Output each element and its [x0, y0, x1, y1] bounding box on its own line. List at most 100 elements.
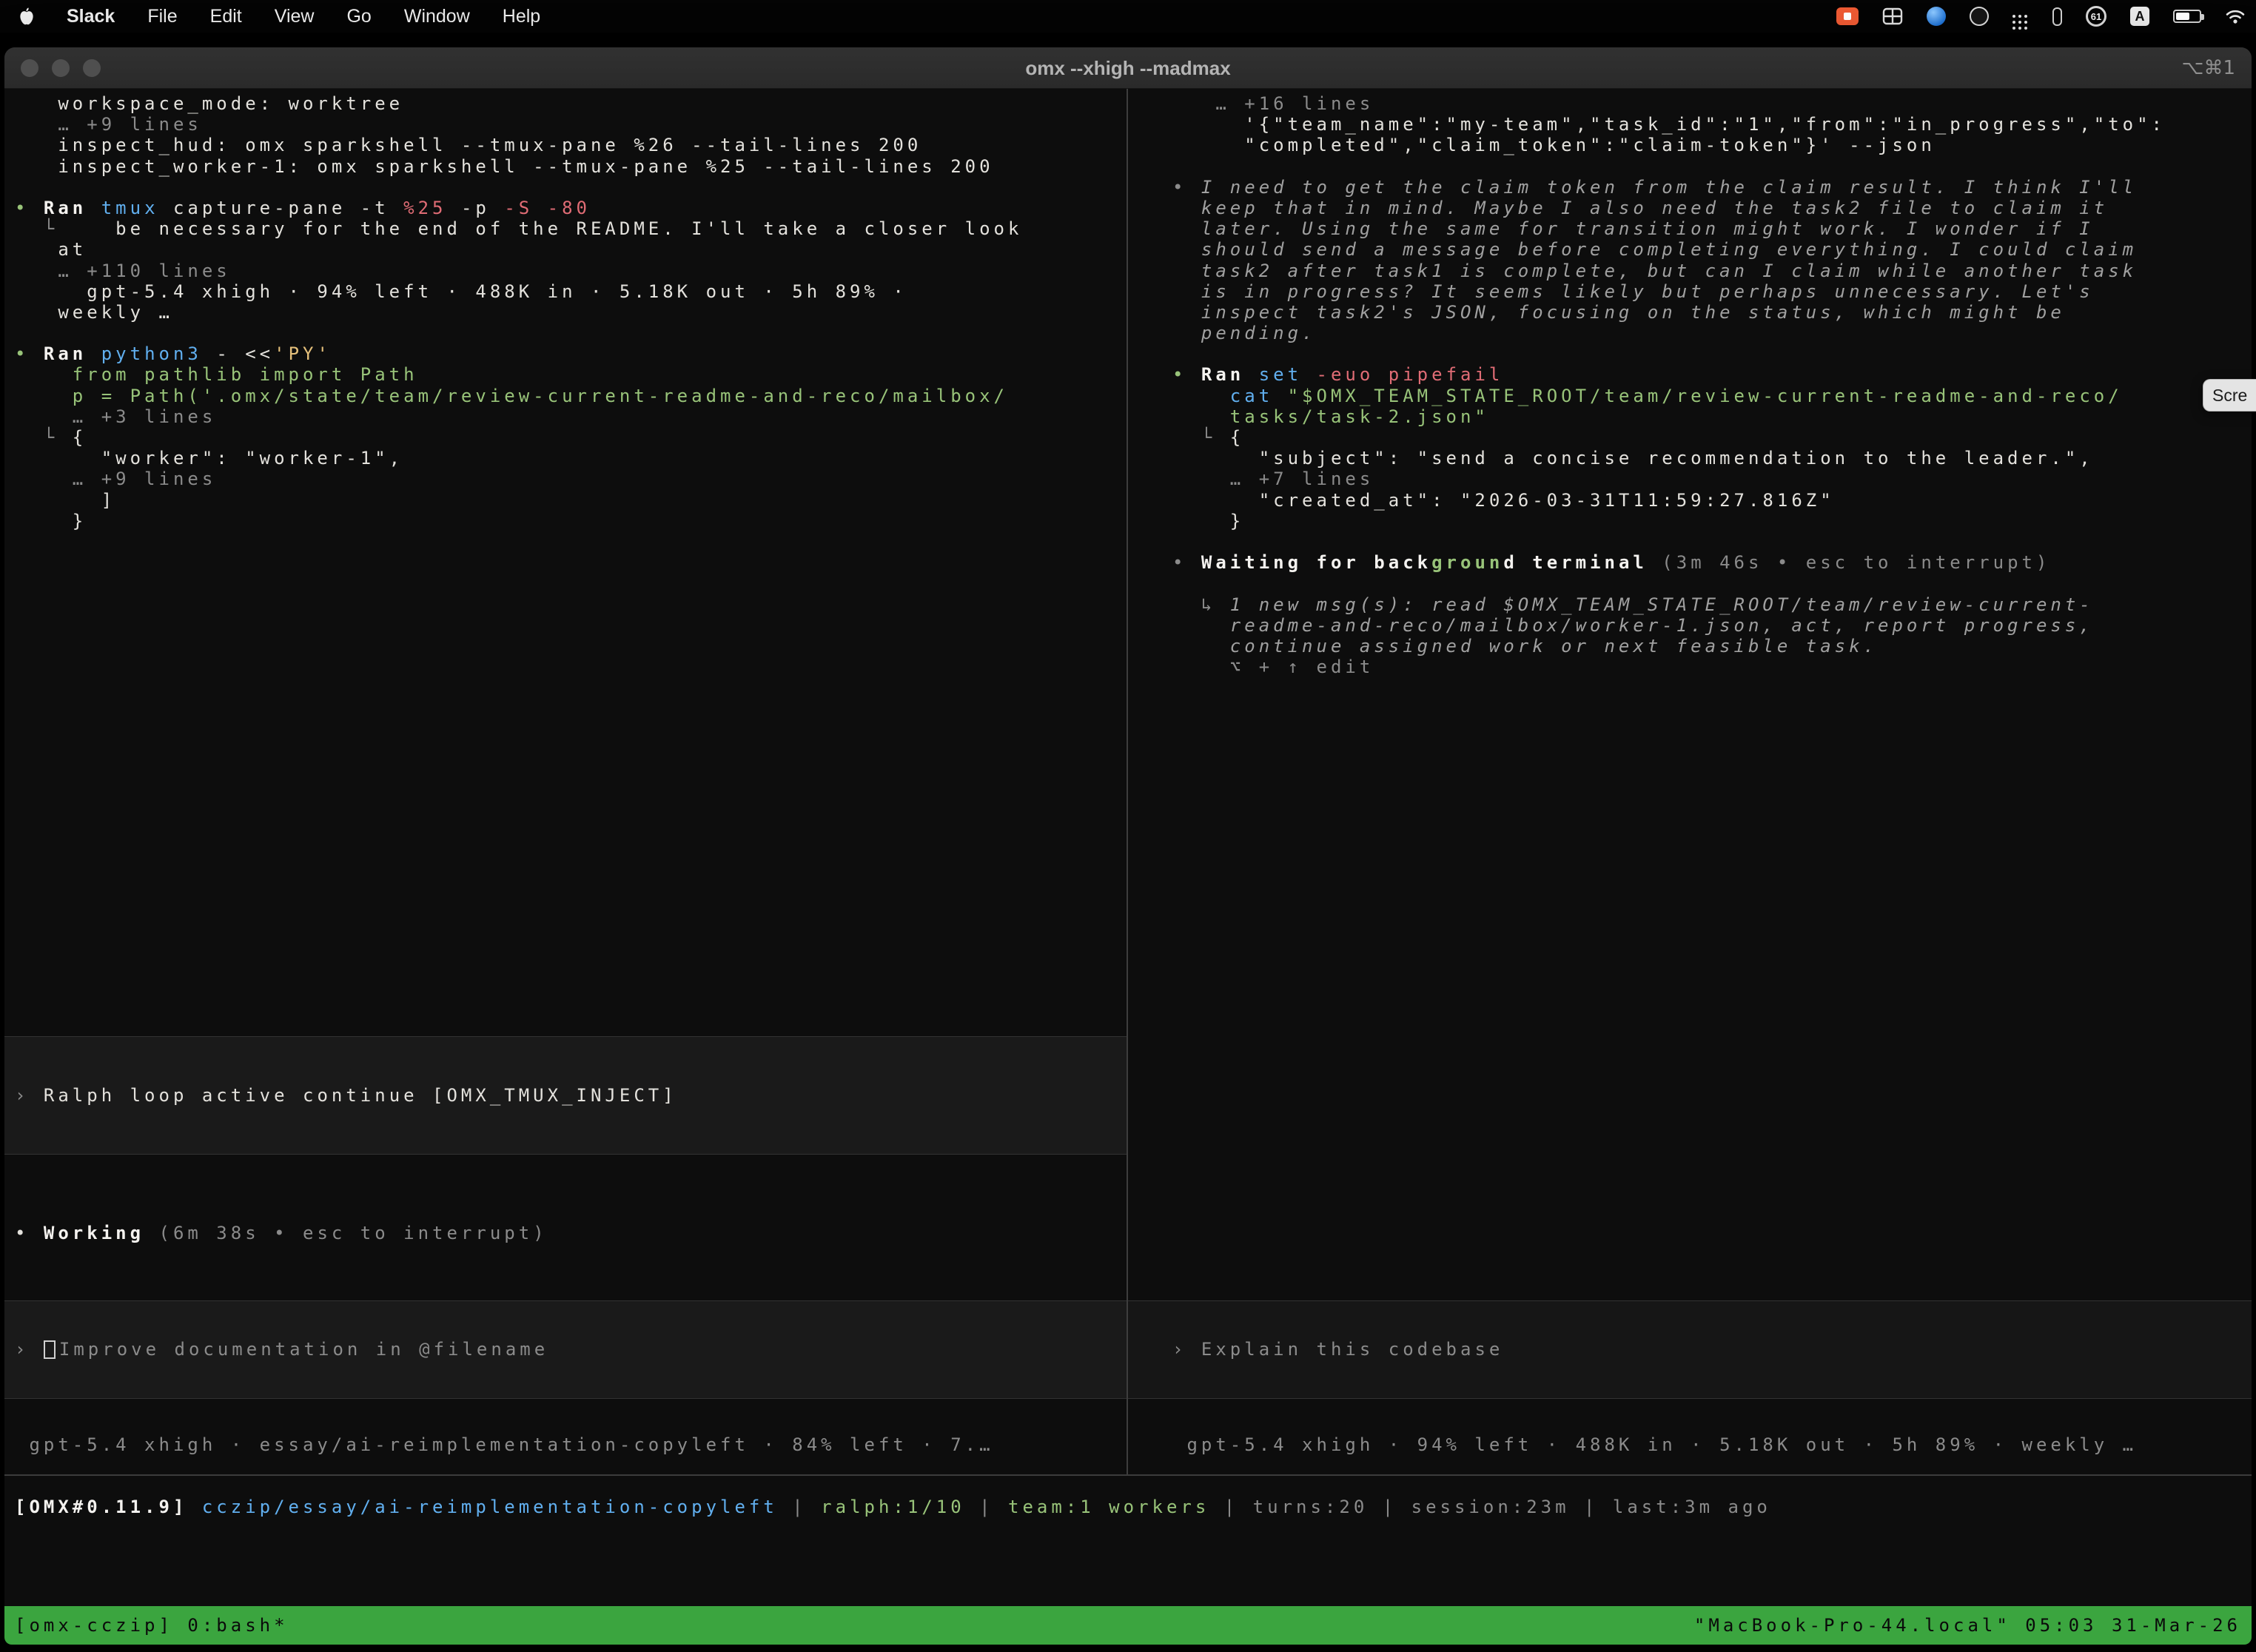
text-segment: Improve documentation in @filename — [59, 1339, 548, 1360]
tmux-session-window-label: [omx-cczip] 0:bash* — [15, 1615, 289, 1636]
terminal-line: } — [15, 511, 1022, 531]
text-segment: gpt-5.4 xhigh · 94% left · 488K in · 5.1… — [15, 281, 907, 302]
terminal-line: "subject": "send a concise recommendatio… — [1172, 448, 2166, 469]
terminal-line: task2 after task1 is complete, but can I… — [1172, 261, 2166, 281]
battery-icon[interactable] — [2173, 10, 2201, 23]
terminal-content: workspace_mode: worktree … +9 lines insp… — [4, 89, 2252, 1645]
text-segment: keep that in mind. Maybe I also need the… — [1172, 198, 2108, 218]
left-prompt-input[interactable]: › Improve documentation in @filename — [4, 1300, 1127, 1399]
menu-window[interactable]: Window — [404, 6, 470, 27]
window-manager-icon[interactable] — [1882, 7, 1903, 25]
text-segment: tasks/task-2.json" — [1172, 406, 1489, 427]
text-segment: p = Path('.omx/state/team/review-current… — [15, 386, 1008, 406]
terminal-line: › Improve documentation in @filename — [15, 1339, 1127, 1360]
input-source-icon[interactable]: A — [2130, 7, 2149, 26]
text-segment: Ran — [44, 198, 87, 218]
terminal-line: gpt-5.4 xhigh · 94% left · 488K in · 5.1… — [1172, 1434, 2137, 1455]
text-segment: -euo pipefail — [1317, 364, 1504, 385]
wifi-icon[interactable] — [2225, 8, 2246, 24]
terminal-line: from pathlib import Path — [15, 364, 1022, 385]
ralph-loop-banner: › Ralph loop active continue [OMX_TMUX_I… — [4, 1036, 1127, 1155]
text-segment: › — [15, 1085, 44, 1106]
tmux-pane-left[interactable]: workspace_mode: worktree … +9 lines insp… — [4, 89, 1127, 1645]
left-prompt-text: › Improve documentation in @filename — [4, 1339, 1127, 1360]
text-segment: is in progress? It seems likely but perh… — [1172, 281, 2094, 302]
text-segment: -p — [447, 198, 505, 218]
screen-share-popup[interactable]: Scre — [2203, 379, 2256, 412]
terminal-line: … +7 lines — [1172, 469, 2166, 489]
terminal-line: • Ran set -euo pipefail — [1172, 364, 2166, 385]
menu-go[interactable]: Go — [346, 6, 371, 27]
dark-app-status-icon[interactable] — [1970, 7, 1989, 26]
tmux-pane-right[interactable]: … +16 lines '{"team_name":"my-team","tas… — [1128, 89, 2252, 1645]
terminal-line: └ { — [1172, 427, 2166, 448]
text-segment: should send a message before completing … — [1172, 239, 2137, 260]
text-segment: be necessary for the end of the README. … — [73, 218, 1023, 239]
text-segment: Ran — [44, 343, 87, 364]
text-segment: weekly … — [15, 302, 173, 323]
apple-menu-icon[interactable] — [19, 7, 34, 25]
text-segment: • — [15, 343, 44, 364]
terminal-line: ⌥ + ↑ edit — [1172, 657, 2166, 677]
text-segment: • — [1172, 552, 1201, 573]
text-segment: ralph:1/10 — [821, 1497, 965, 1517]
slim-app-status-icon[interactable] — [2052, 7, 2062, 26]
text-segment: Ralph loop active continue [OMX_TMUX_INJ… — [44, 1085, 677, 1106]
right-prompt-input[interactable]: › Explain this codebase — [1128, 1300, 2252, 1399]
tmux-status-bar: [omx-cczip] 0:bash* "MacBook-Pro-44.loca… — [4, 1606, 2252, 1645]
screen-recording-stop-icon[interactable] — [1836, 7, 1859, 25]
terminal-line: later. Using the same for transition mig… — [1172, 218, 2166, 239]
screen-share-popup-text: Scre — [2212, 386, 2247, 406]
blue-app-status-icon[interactable] — [1927, 7, 1946, 26]
text-segment: … +16 lines — [1172, 93, 1374, 114]
right-session-footer: gpt-5.4 xhigh · 94% left · 488K in · 5.1… — [1172, 1434, 2137, 1455]
terminal-line: } — [1172, 511, 2166, 531]
text-segment: gpt-5.4 xhigh · 94% left · 488K in · 5.1… — [1172, 1434, 2137, 1455]
text-segment: inspect task2's JSON, focusing on the st… — [1172, 302, 2065, 323]
text-segment: task2 after task1 is complete, but can I… — [1172, 261, 2137, 281]
text-segment: "created_at": "2026-03-31T11:59:27.816Z" — [1172, 490, 1835, 511]
text-segment: ] — [15, 490, 115, 511]
text-segment: Working — [44, 1223, 144, 1243]
battery-percent-value: 61 — [2091, 11, 2101, 22]
terminal-line: '{"team_name":"my-team","task_id":"1","f… — [1172, 114, 2166, 135]
menu-help[interactable]: Help — [503, 6, 540, 27]
text-segment: • — [1172, 364, 1201, 385]
menu-edit[interactable]: Edit — [210, 6, 242, 27]
text-segment: Waiting for back — [1201, 552, 1431, 573]
text-cursor — [44, 1340, 56, 1359]
battery-fill — [2176, 13, 2189, 20]
app-menu-slack[interactable]: Slack — [67, 6, 115, 27]
text-segment — [1244, 364, 1258, 385]
text-segment: … +110 lines — [15, 261, 231, 281]
text-segment: pending. — [1172, 323, 1317, 343]
text-segment: team:1 workers — [1008, 1497, 1209, 1517]
terminal-line — [1172, 156, 2166, 177]
text-segment: %25 — [403, 198, 446, 218]
terminal-line: "worker": "worker-1", — [15, 448, 1022, 469]
menu-view[interactable]: View — [275, 6, 315, 27]
text-segment: └ — [15, 218, 73, 239]
text-segment: (6m 38s • esc to interrupt) — [144, 1223, 548, 1243]
terminal-line: workspace_mode: worktree — [15, 93, 1022, 114]
text-segment: … +9 lines — [15, 114, 202, 135]
text-segment: at — [15, 239, 87, 260]
menu-bar-status-icons: 61 A — [1813, 6, 2256, 27]
terminal-line: weekly … — [15, 302, 1022, 323]
text-segment: from pathlib import Path — [15, 364, 418, 385]
text-segment: › — [15, 1339, 44, 1360]
text-segment: "$OMX_TEAM_STATE_ROOT/team/review-curren… — [1273, 386, 2123, 406]
window-title-bar[interactable]: omx --xhigh --madmax ⌥⌘1 — [4, 47, 2252, 89]
terminal-line — [1172, 573, 2166, 594]
terminal-line: › Explain this codebase — [1172, 1339, 2252, 1360]
dots-grid-icon[interactable] — [2012, 15, 2015, 18]
menu-file[interactable]: File — [147, 6, 177, 27]
text-segment: | turns:20 | session:23m | last:3m ago — [1209, 1497, 1771, 1517]
battery-percentage-gauge-icon[interactable]: 61 — [2086, 6, 2106, 27]
text-segment: "worker": "worker-1", — [15, 448, 403, 469]
tmux-hostname-clock: "MacBook-Pro-44.local" 05:03 31-Mar-26 — [1694, 1615, 2241, 1636]
terminal-line: inspect_hud: omx sparkshell --tmux-pane … — [15, 135, 1022, 155]
text-segment: '{"team_name":"my-team","task_id":"1","f… — [1172, 114, 2166, 135]
terminal-line: … +110 lines — [15, 261, 1022, 281]
terminal-line: › Ralph loop active continue [OMX_TMUX_I… — [15, 1085, 1127, 1106]
